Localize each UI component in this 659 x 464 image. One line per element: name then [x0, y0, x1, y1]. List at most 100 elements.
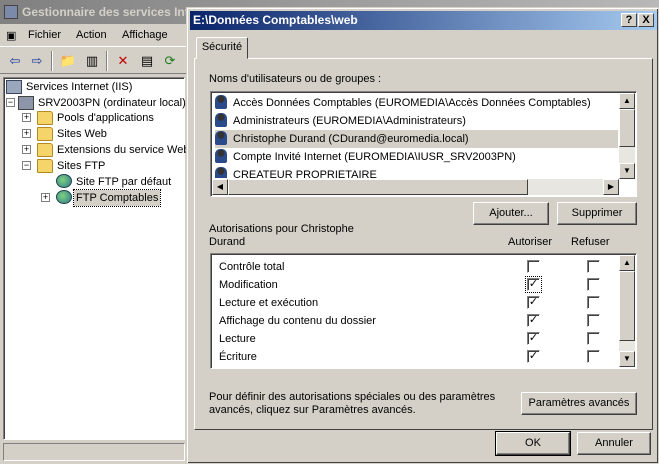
scroll-thumb[interactable]: [228, 179, 528, 195]
list-item[interactable]: CREATEUR PROPRIETAIRE: [215, 166, 618, 178]
permissions-label-line2: Durand: [209, 236, 246, 248]
allow-checkbox[interactable]: ✓: [527, 332, 540, 345]
iis-icon: [6, 80, 22, 94]
server-icon: [18, 96, 34, 110]
security-panel: Noms d'utilisateurs ou de groupes : Accè…: [194, 58, 653, 430]
permission-row: Écriture: [219, 348, 257, 366]
scroll-down-icon[interactable]: ▼: [619, 163, 635, 179]
allow-checkbox[interactable]: ✓: [527, 314, 540, 327]
user-icon: [215, 167, 227, 178]
permission-row: Lecture: [219, 330, 256, 348]
tree-label: Sites FTP: [57, 160, 106, 172]
permissions-label-line1: Autorisations pour Christophe: [209, 223, 354, 235]
deny-checkbox[interactable]: [587, 278, 600, 291]
menu-action[interactable]: Action: [76, 29, 107, 41]
permission-name: Lecture et exécution: [219, 297, 319, 309]
expand-icon[interactable]: +: [22, 145, 31, 154]
expand-icon[interactable]: +: [41, 193, 50, 202]
permissions-vertical-scrollbar[interactable]: ▲ ▼: [619, 255, 635, 367]
allow-checkbox[interactable]: ✓: [527, 296, 540, 309]
ftp-site-icon: [56, 174, 72, 188]
user-name: Compte Invité Internet (EUROMEDIA\IUSR_S…: [233, 151, 516, 163]
user-name: Administrateurs (EUROMEDIA\Administrateu…: [233, 115, 466, 127]
cancel-button[interactable]: Annuler: [577, 432, 651, 455]
ftp-site-icon: [56, 190, 72, 204]
folder-icon: [37, 143, 53, 157]
forward-arrow-icon[interactable]: ⇨: [27, 51, 47, 71]
toolbar-separator: [106, 51, 108, 71]
allow-checkbox[interactable]: ✓: [525, 276, 542, 293]
deny-checkbox[interactable]: [587, 296, 600, 309]
user-name: Christophe Durand (CDurand@euromedia.loc…: [233, 133, 469, 145]
allow-checkbox[interactable]: [527, 260, 540, 273]
user-name: Accès Données Comptables (EUROMEDIA\Accè…: [233, 97, 591, 109]
ok-button[interactable]: OK: [495, 431, 571, 456]
folder-icon: [37, 127, 53, 141]
advanced-settings-button[interactable]: Paramètres avancés: [521, 392, 637, 415]
menu-affichage[interactable]: Affichage: [122, 29, 168, 41]
back-arrow-icon[interactable]: ⇦: [5, 51, 25, 71]
deny-checkbox[interactable]: [587, 350, 600, 363]
list-item[interactable]: Administrateurs (EUROMEDIA\Administrateu…: [215, 112, 618, 130]
allow-column-header: Autoriser: [508, 236, 553, 248]
status-bar: [3, 443, 185, 461]
scroll-right-icon[interactable]: ▶: [603, 179, 619, 195]
deny-column-header: Refuser: [571, 236, 610, 248]
remove-button[interactable]: Supprimer: [557, 202, 637, 225]
permission-row: Contrôle total: [219, 258, 284, 276]
properties-dialog: E:\Données Comptables\web ? X Sécurité N…: [186, 7, 659, 464]
tree-label: Pools d'applications: [57, 112, 154, 124]
scroll-up-icon[interactable]: ▲: [619, 93, 635, 109]
menu-fichier[interactable]: Fichier: [28, 29, 61, 41]
permission-name: Contrôle total: [219, 261, 285, 273]
permission-row: Affichage du contenu du dossier: [219, 312, 376, 330]
help-button[interactable]: ?: [621, 13, 637, 27]
permission-name: Modification: [219, 279, 278, 291]
folder-icon: [37, 111, 53, 125]
users-horizontal-scrollbar[interactable]: ◀ ▶: [212, 179, 619, 195]
scroll-down-icon[interactable]: ▼: [619, 351, 635, 367]
show-tree-icon[interactable]: ▥: [82, 51, 102, 71]
menu-bar: ▣ Fichier Action Affichage: [0, 24, 190, 46]
toolbar-separator: [51, 51, 53, 71]
allow-checkbox[interactable]: ✓: [527, 350, 540, 363]
scroll-thumb[interactable]: [619, 271, 635, 341]
dialog-title: E:\Données Comptables\web: [190, 11, 657, 30]
delete-icon[interactable]: ✕: [113, 51, 133, 71]
users-listbox[interactable]: Accès Données Comptables (EUROMEDIA\Accè…: [210, 91, 637, 197]
list-item-selected[interactable]: Christophe Durand (CDurand@euromedia.loc…: [215, 130, 618, 148]
group-icon: [215, 95, 227, 109]
expand-icon[interactable]: +: [22, 113, 31, 122]
tree-view[interactable]: Services Internet (IIS) − SRV2003PN (ord…: [3, 77, 189, 440]
toolbar: ⇦ ⇨ 📁 ▥ ✕ ▤ ⟳: [0, 46, 190, 74]
expand-icon[interactable]: +: [22, 129, 31, 138]
add-button[interactable]: Ajouter...: [473, 202, 549, 225]
refresh-icon[interactable]: ⟳: [160, 51, 180, 71]
tree-label: Services Internet (IIS): [26, 81, 133, 93]
collapse-icon[interactable]: −: [22, 161, 31, 170]
permission-name: Affichage du contenu du dossier: [219, 315, 376, 327]
scroll-up-icon[interactable]: ▲: [619, 255, 635, 271]
deny-checkbox[interactable]: [587, 260, 600, 273]
tab-securite[interactable]: Sécurité: [196, 37, 248, 59]
scroll-left-icon[interactable]: ◀: [212, 179, 228, 195]
list-item[interactable]: Compte Invité Internet (EUROMEDIA\IUSR_S…: [215, 148, 618, 166]
user-name: CREATEUR PROPRIETAIRE: [233, 169, 377, 178]
permission-name: Écriture: [219, 351, 257, 363]
users-vertical-scrollbar[interactable]: ▲ ▼: [619, 93, 635, 179]
list-item[interactable]: Accès Données Comptables (EUROMEDIA\Accè…: [215, 94, 618, 112]
menu-icon[interactable]: ▣: [6, 29, 16, 42]
scroll-thumb[interactable]: [619, 109, 635, 147]
permission-row: Modification: [219, 276, 278, 294]
close-button[interactable]: X: [638, 13, 654, 27]
folder-open-icon: [37, 159, 53, 173]
collapse-icon[interactable]: −: [6, 98, 15, 107]
up-folder-icon[interactable]: 📁: [58, 51, 78, 71]
permissions-listbox[interactable]: Contrôle total Modification ✓ Lecture et…: [210, 253, 637, 369]
deny-checkbox[interactable]: [587, 314, 600, 327]
properties-icon[interactable]: ▤: [137, 51, 157, 71]
advanced-hint-line1: Pour définir des autorisations spéciales…: [209, 391, 496, 403]
user-icon: [215, 131, 227, 145]
tree-label: Sites Web: [57, 128, 107, 140]
deny-checkbox[interactable]: [587, 332, 600, 345]
